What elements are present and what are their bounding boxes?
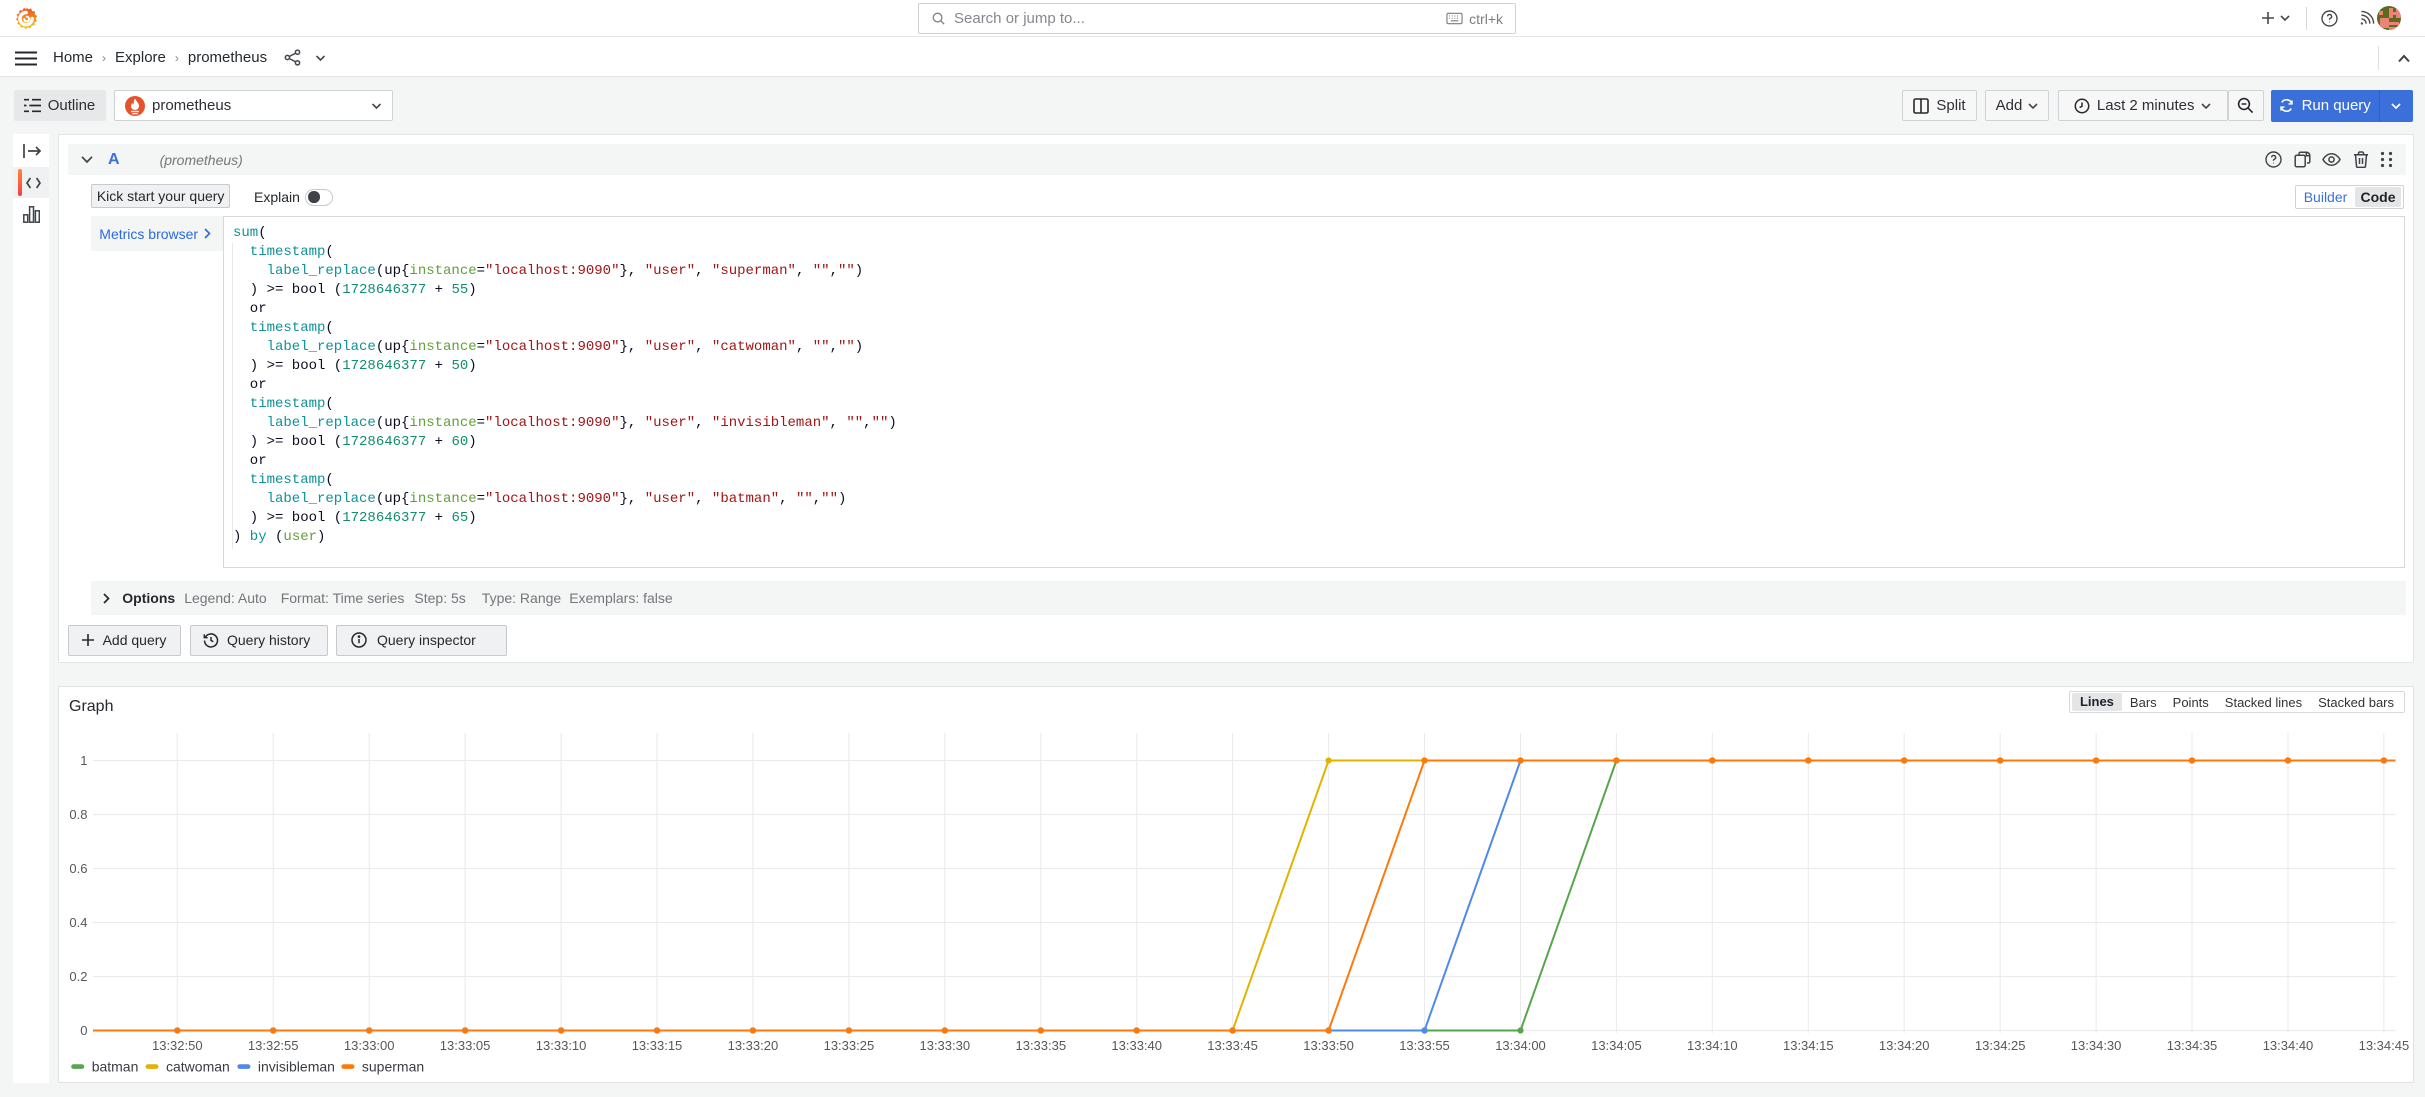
svg-text:13:34:05: 13:34:05 [1591,1038,1642,1053]
svg-text:13:34:10: 13:34:10 [1687,1038,1738,1053]
svg-text:catwoman: catwoman [166,1059,230,1075]
svg-text:13:33:05: 13:33:05 [440,1038,491,1053]
svg-text:0.8: 0.8 [69,807,87,822]
svg-text:superman: superman [362,1059,424,1075]
svg-text:13:33:30: 13:33:30 [919,1038,970,1053]
svg-text:0: 0 [80,1023,87,1038]
svg-text:13:34:30: 13:34:30 [2071,1038,2122,1053]
svg-text:batman: batman [92,1059,139,1075]
svg-text:0.2: 0.2 [69,969,87,984]
svg-text:0.6: 0.6 [69,861,87,876]
svg-text:13:33:45: 13:33:45 [1207,1038,1258,1053]
svg-text:13:34:20: 13:34:20 [1879,1038,1930,1053]
svg-text:invisibleman: invisibleman [258,1059,335,1075]
svg-text:13:33:20: 13:33:20 [728,1038,779,1053]
svg-text:1: 1 [80,753,87,768]
svg-text:13:33:50: 13:33:50 [1303,1038,1354,1053]
svg-text:13:33:25: 13:33:25 [824,1038,875,1053]
svg-text:13:34:40: 13:34:40 [2263,1038,2314,1053]
svg-text:13:33:10: 13:33:10 [536,1038,587,1053]
svg-text:13:33:00: 13:33:00 [344,1038,395,1053]
svg-text:13:33:40: 13:33:40 [1111,1038,1162,1053]
svg-text:13:33:15: 13:33:15 [632,1038,683,1053]
svg-text:13:33:35: 13:33:35 [1015,1038,1066,1053]
svg-text:13:34:00: 13:34:00 [1495,1038,1546,1053]
svg-text:13:34:25: 13:34:25 [1975,1038,2026,1053]
svg-text:13:33:55: 13:33:55 [1399,1038,1450,1053]
svg-text:13:34:45: 13:34:45 [2359,1038,2410,1053]
svg-text:13:34:35: 13:34:35 [2167,1038,2218,1053]
svg-text:13:32:50: 13:32:50 [152,1038,203,1053]
svg-text:0.4: 0.4 [69,915,87,930]
svg-text:13:32:55: 13:32:55 [248,1038,299,1053]
svg-text:13:34:15: 13:34:15 [1783,1038,1834,1053]
